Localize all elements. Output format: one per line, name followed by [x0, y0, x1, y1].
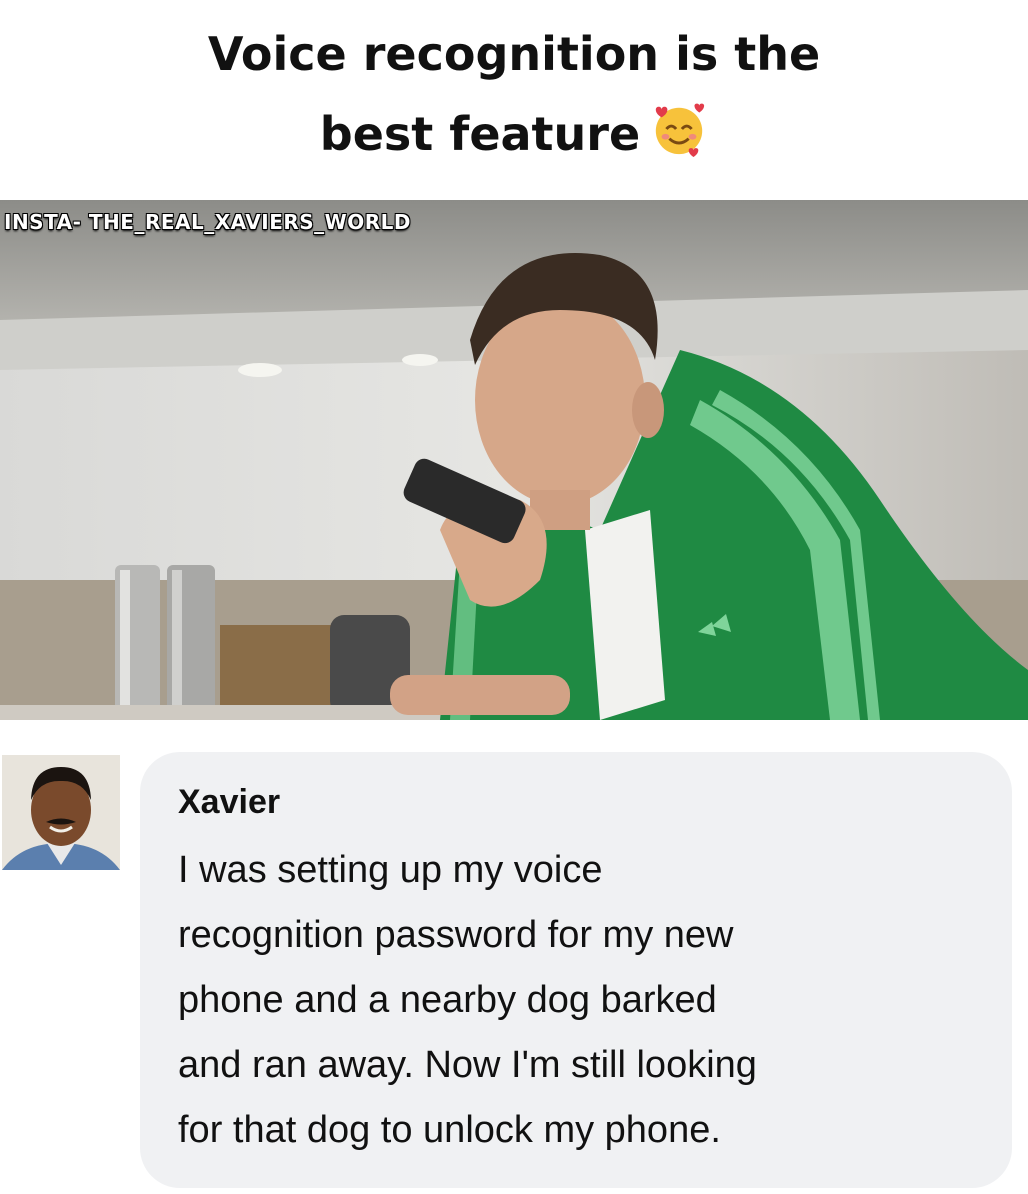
comment-line: and ran away. Now I'm still looking — [178, 1044, 757, 1086]
comment-line: phone and a nearby dog barked — [178, 979, 717, 1021]
comment-text: I was setting up my voice recognition pa… — [178, 838, 988, 1163]
comment-line: I was setting up my voice — [178, 849, 603, 891]
comment-line: recognition password for my new — [178, 914, 734, 956]
comment-line: for that dog to unlock my phone. — [178, 1109, 721, 1151]
comment-author-name[interactable]: Xavier — [178, 783, 280, 822]
profile-photo-image — [2, 755, 120, 870]
man-using-phone-image — [0, 200, 1028, 720]
post-title-line-2-wrap: best feature — [0, 94, 1028, 174]
watermark-text: INSTA- THE_REAL_XAVIERS_WORLD — [4, 210, 411, 234]
post-title-line-2: best feature — [319, 107, 641, 161]
meme-photo — [0, 200, 1028, 720]
post-title: Voice recognition is the best feature — [0, 14, 1028, 174]
smiling-face-with-hearts-icon — [655, 103, 705, 158]
post-title-line-1: Voice recognition is the — [207, 27, 821, 81]
avatar[interactable] — [2, 755, 120, 870]
